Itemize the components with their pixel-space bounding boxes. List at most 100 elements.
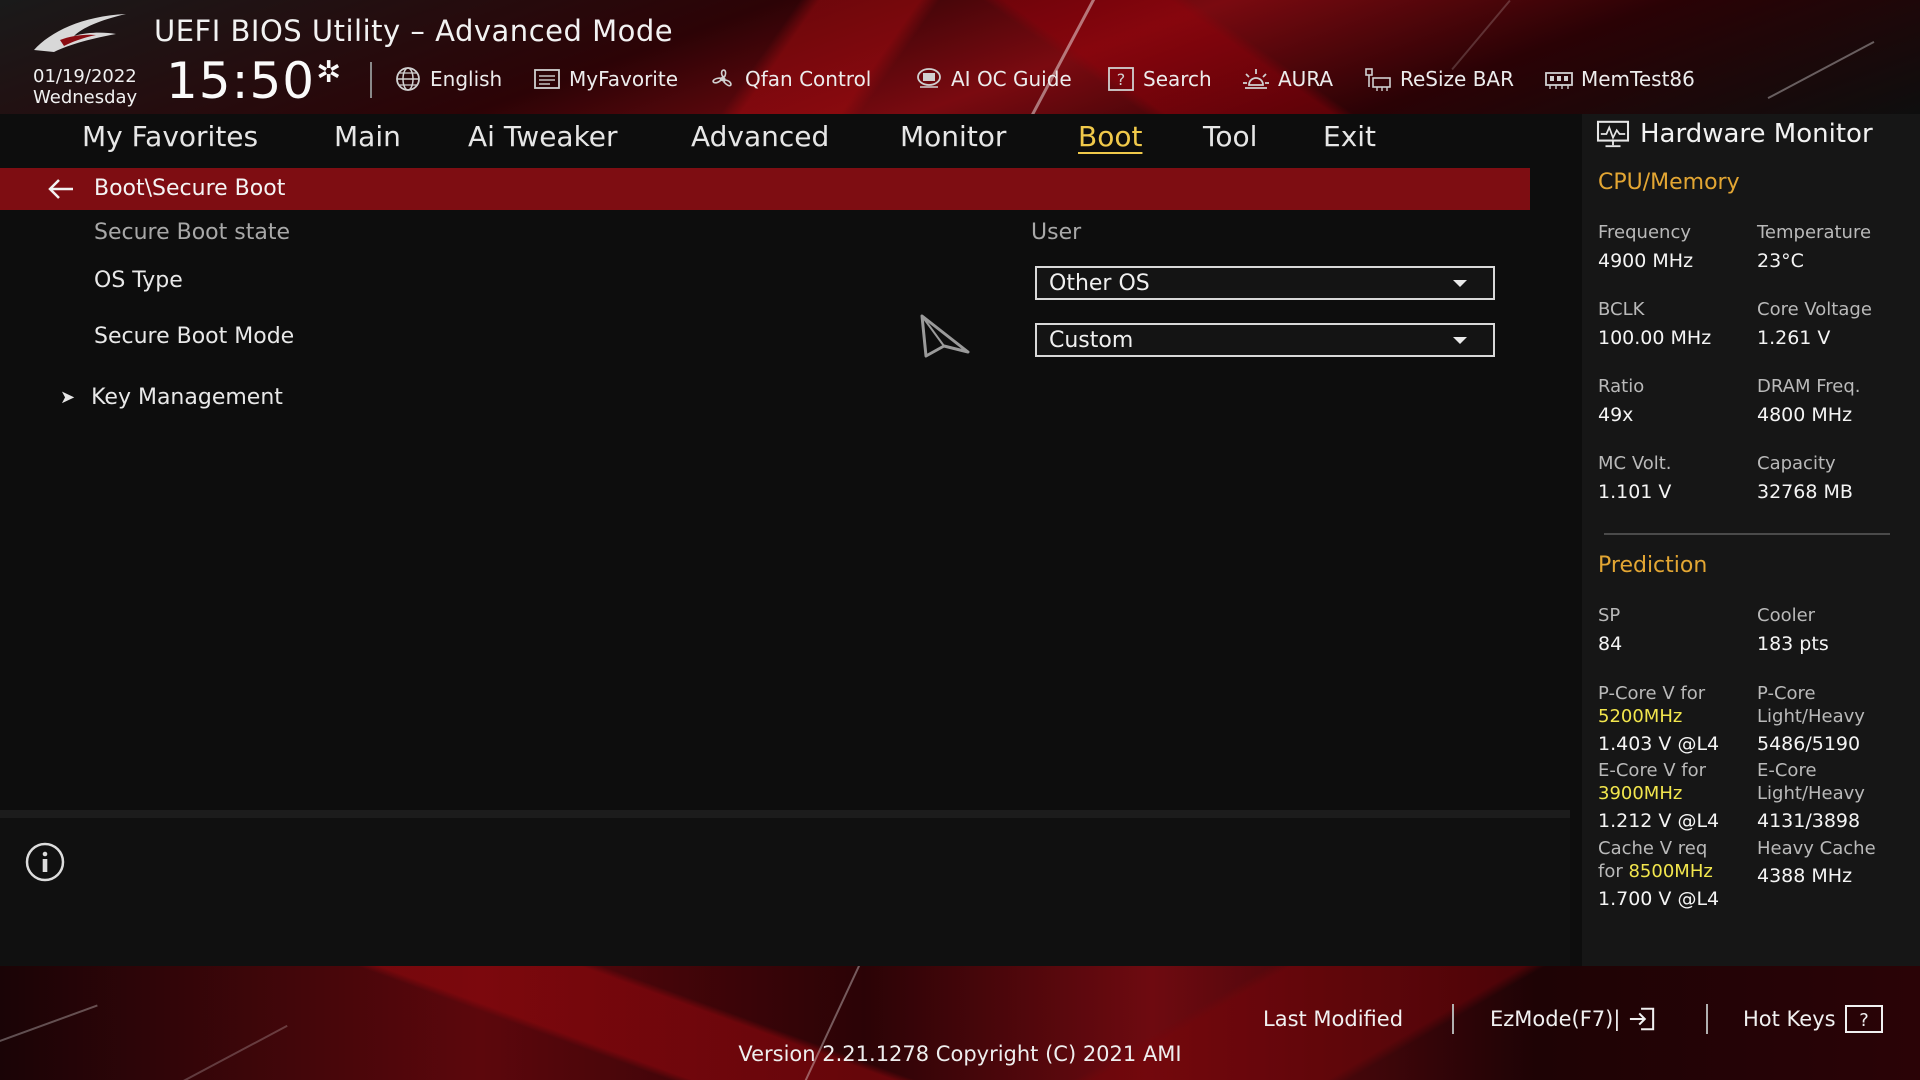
header-divider [370, 62, 372, 98]
frequency-value: 4900 MHz [1598, 250, 1694, 272]
ratio-value: 49x [1598, 404, 1634, 426]
section-divider [0, 810, 1570, 818]
tab-tool[interactable]: Tool [1203, 114, 1257, 168]
toolbar-ai-oc-guide-button[interactable]: AI OC Guide [914, 62, 1072, 96]
tab-advanced[interactable]: Advanced [691, 114, 829, 168]
dram-freq-label: DRAM Freq. [1757, 376, 1861, 397]
tab-my-favorites[interactable]: My Favorites [82, 114, 258, 168]
ai-chip-icon [917, 68, 941, 88]
footer-divider [1706, 1004, 1708, 1034]
pcore-v-freq: 5200MHz [1598, 706, 1683, 727]
temperature-value: 23°C [1757, 250, 1804, 272]
pcore-lh-sublabel: Light/Heavy [1757, 706, 1865, 727]
toolbar-myfavorite-button[interactable]: MyFavorite [532, 62, 678, 96]
rog-logo-icon [34, 14, 126, 52]
ecore-v-value: 1.212 V @L4 [1598, 810, 1720, 832]
hot-keys-label: Hot Keys [1743, 1007, 1836, 1031]
heavy-cache-label: Heavy Cache [1757, 838, 1876, 859]
secure-boot-state-label: Secure Boot state [94, 220, 290, 245]
frequency-label: Frequency [1598, 222, 1691, 243]
ecore-lh-sublabel: Light/Heavy [1757, 783, 1865, 804]
capacity-value: 32768 MB [1757, 481, 1853, 503]
tab-ai-tweaker[interactable]: Ai Tweaker [468, 114, 618, 168]
version-text: Version 2.21.1278 Copyright (C) 2021 AMI [738, 1042, 1182, 1066]
mc-volt-value: 1.101 V [1598, 481, 1672, 503]
toolbar-label: MyFavorite [569, 67, 679, 91]
cache-v-label: Cache V req [1598, 838, 1708, 859]
bclk-label: BCLK [1598, 299, 1645, 320]
clock-display: 15:50 [166, 52, 316, 110]
ecore-lh-label: E-Core [1757, 760, 1817, 781]
last-modified-label: Last Modified [1263, 1007, 1404, 1031]
tab-main[interactable]: Main [334, 114, 401, 168]
ecore-v-freq: 3900MHz [1598, 783, 1683, 804]
toolbar-label: Qfan Control [745, 67, 872, 91]
toolbar-search-button[interactable]: ? Search [1106, 62, 1212, 96]
date-display: 01/19/2022 [33, 66, 137, 87]
main-nav: My Favorites Main Ai Tweaker Advanced Mo… [0, 114, 1570, 168]
svg-text:?: ? [1117, 70, 1126, 89]
key-management-item[interactable]: ➤ Key Management [60, 382, 283, 412]
tab-monitor[interactable]: Monitor [900, 114, 1006, 168]
toolbar-label: English [430, 67, 503, 91]
weekday-display: Wednesday [33, 87, 138, 108]
toolbar-label: MemTest86 [1581, 67, 1695, 91]
pcore-lh-value: 5486/5190 [1757, 733, 1861, 755]
hardware-monitor-divider [1604, 533, 1890, 535]
dram-freq-value: 4800 MHz [1757, 404, 1853, 426]
favorite-icon [534, 69, 560, 89]
breadcrumb: Boot\Secure Boot [94, 176, 286, 201]
toolbar-english-button[interactable]: English [393, 62, 502, 96]
svg-text:?: ? [1859, 1010, 1869, 1031]
tab-exit[interactable]: Exit [1323, 114, 1376, 168]
ezmode-button[interactable]: EzMode(F7)| [1490, 1003, 1656, 1035]
toolbar-resize-bar-button[interactable]: ReSize BAR [1363, 62, 1514, 96]
os-type-dropdown[interactable]: Other OS [1035, 266, 1495, 300]
chevron-down-icon [1453, 280, 1467, 287]
os-type-label: OS Type [94, 268, 183, 293]
decor-slash [1451, 0, 1511, 71]
mc-volt-label: MC Volt. [1598, 453, 1672, 474]
ecore-v-label: E-Core V for [1598, 760, 1707, 781]
bclk-value: 100.00 MHz [1598, 327, 1712, 349]
decor-slash [1022, 0, 1101, 114]
search-icon: ? [1108, 67, 1134, 91]
toolbar-label: ReSize BAR [1400, 67, 1515, 91]
ecore-lh-value: 4131/3898 [1757, 810, 1861, 832]
core-voltage-label: Core Voltage [1757, 299, 1872, 320]
hardware-monitor-header: Hardware Monitor [1596, 116, 1873, 152]
secure-boot-mode-label: Secure Boot Mode [94, 324, 295, 349]
chevron-down-icon [1453, 337, 1467, 344]
heavy-cache-value: 4388 MHz [1757, 865, 1853, 887]
fan-icon [712, 69, 732, 87]
app-title: UEFI BIOS Utility – Advanced Mode [154, 14, 674, 48]
monitor-icon [1596, 120, 1630, 148]
back-arrow-icon[interactable] [46, 175, 76, 203]
capacity-label: Capacity [1757, 453, 1836, 474]
os-type-value: Other OS [1049, 270, 1150, 296]
cooler-label: Cooler [1757, 605, 1816, 626]
hardware-monitor-title: Hardware Monitor [1640, 119, 1873, 149]
toolbar-memtest86-button[interactable]: MemTest86 [1544, 62, 1695, 96]
hot-keys-button[interactable]: Hot Keys ? [1743, 1003, 1884, 1035]
memory-icon [1545, 72, 1573, 89]
sp-value: 84 [1598, 633, 1623, 655]
toolbar-aura-button[interactable]: AURA [1241, 62, 1333, 96]
toolbar-qfan-button[interactable]: Qfan Control [708, 62, 871, 96]
sp-label: SP [1598, 605, 1621, 626]
globe-icon [396, 67, 420, 91]
pcore-v-value: 1.403 V @L4 [1598, 733, 1720, 755]
tab-boot[interactable]: Boot [1078, 114, 1142, 168]
temperature-label: Temperature [1757, 222, 1872, 243]
cache-v-value: 1.700 V @L4 [1598, 888, 1720, 910]
core-voltage-value: 1.261 V [1757, 327, 1831, 349]
content-panel: Boot\Secure Boot Secure Boot state User … [0, 168, 1570, 810]
secure-boot-mode-dropdown[interactable]: Custom [1035, 323, 1495, 357]
cooler-value: 183 pts [1757, 633, 1829, 655]
ezmode-label: EzMode(F7)| [1490, 1007, 1621, 1031]
info-icon[interactable] [20, 842, 70, 882]
gear-icon[interactable]: ✲ [316, 58, 341, 88]
pcore-lh-label: P-Core [1757, 683, 1816, 704]
last-modified-button[interactable]: Last Modified [1263, 1003, 1403, 1035]
cpu-memory-section-title: CPU/Memory [1598, 170, 1740, 195]
